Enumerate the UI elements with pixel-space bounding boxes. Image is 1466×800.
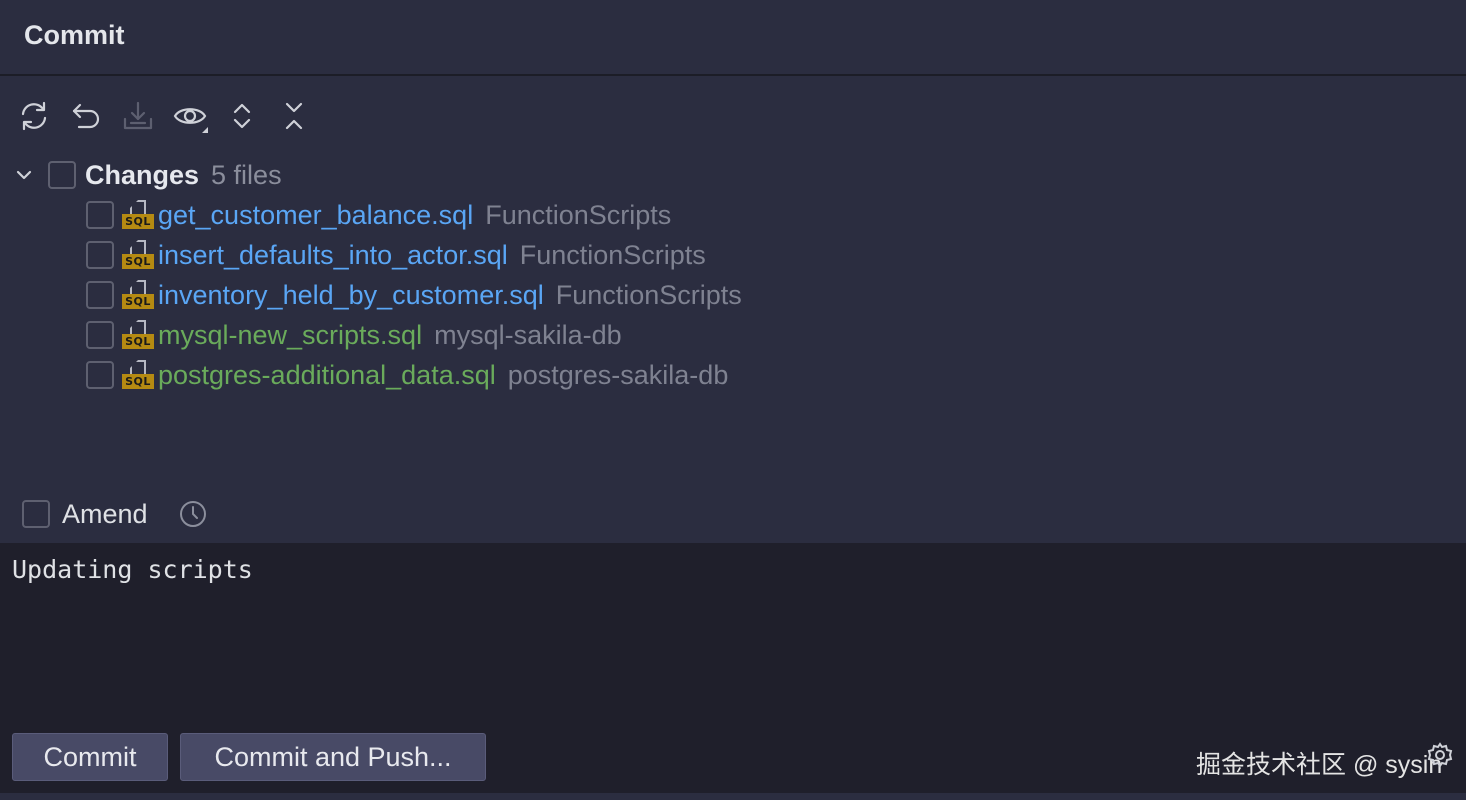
file-name: insert_defaults_into_actor.sql xyxy=(158,239,508,270)
file-path: mysql-sakila-db xyxy=(434,319,622,350)
chevron-down-icon[interactable] xyxy=(12,163,36,187)
gear-icon[interactable] xyxy=(1426,741,1454,769)
refresh-icon xyxy=(21,101,47,131)
panel-title: Commit xyxy=(24,20,125,50)
refresh-button[interactable] xyxy=(14,96,54,136)
expand-all-icon xyxy=(233,103,251,129)
changes-group-label: Changes xyxy=(85,159,200,190)
sql-file-icon: SQL xyxy=(122,240,154,270)
sql-file-icon: SQL xyxy=(122,320,154,350)
file-row[interactable]: SQL get_customer_balance.sql FunctionScr… xyxy=(86,195,671,235)
changes-group-row[interactable]: Changes 5 files xyxy=(12,155,282,195)
file-checkbox[interactable] xyxy=(86,281,114,309)
clock-icon[interactable] xyxy=(178,499,208,529)
changes-file-count: 5 files xyxy=(211,159,282,190)
amend-checkbox[interactable] xyxy=(22,500,50,528)
amend-label[interactable]: Amend xyxy=(62,499,148,530)
changes-group-checkbox[interactable] xyxy=(48,161,76,189)
shelve-icon xyxy=(123,101,153,130)
commit-button[interactable]: Commit xyxy=(12,733,168,781)
file-name: postgres-additional_data.sql xyxy=(158,359,496,390)
file-checkbox[interactable] xyxy=(86,241,114,269)
file-checkbox[interactable] xyxy=(86,321,114,349)
file-path: FunctionScripts xyxy=(485,199,672,230)
file-row[interactable]: SQL insert_defaults_into_actor.sql Funct… xyxy=(86,235,706,275)
toolbar xyxy=(14,96,326,136)
watermark-text: 掘金技术社区 @ sysin xyxy=(1196,751,1443,779)
collapse-all-button[interactable] xyxy=(274,96,314,136)
file-name: mysql-new_scripts.sql xyxy=(158,319,423,350)
file-name: get_customer_balance.sql xyxy=(158,199,474,230)
file-checkbox[interactable] xyxy=(86,361,114,389)
collapse-all-icon xyxy=(285,102,303,130)
changes-tree: Changes 5 files SQL get_customer_balance… xyxy=(0,152,1466,392)
bottom-strip xyxy=(0,793,1466,800)
commit-message-editor[interactable]: Updating scripts Commit Commit and Push.… xyxy=(0,543,1466,800)
file-row[interactable]: SQL mysql-new_scripts.sql mysql-sakila-d… xyxy=(86,315,622,355)
file-checkbox[interactable] xyxy=(86,201,114,229)
file-row[interactable]: SQL postgres-additional_data.sql postgre… xyxy=(86,355,728,392)
file-row[interactable]: SQL inventory_held_by_customer.sql Funct… xyxy=(86,275,742,315)
file-name: inventory_held_by_customer.sql xyxy=(158,279,544,310)
amend-row: Amend xyxy=(22,494,208,534)
file-path: postgres-sakila-db xyxy=(507,359,729,390)
rollback-icon xyxy=(72,103,100,129)
view-options-button[interactable] xyxy=(170,96,210,136)
commit-message-text[interactable]: Updating scripts xyxy=(12,555,253,584)
dropdown-corner-icon xyxy=(202,127,208,133)
commit-and-push-button[interactable]: Commit and Push... xyxy=(180,733,486,781)
header: Commit xyxy=(0,0,1466,76)
sql-file-icon: SQL xyxy=(122,360,154,390)
commit-tool-window: Commit Changes 5 files SQL get_customer_… xyxy=(0,0,1466,800)
file-path: FunctionScripts xyxy=(555,279,742,310)
file-path: FunctionScripts xyxy=(519,239,706,270)
sql-file-icon: SQL xyxy=(122,200,154,230)
shelve-button[interactable] xyxy=(118,96,158,136)
expand-all-button[interactable] xyxy=(222,96,262,136)
sql-file-icon: SQL xyxy=(122,280,154,310)
rollback-button[interactable] xyxy=(66,96,106,136)
